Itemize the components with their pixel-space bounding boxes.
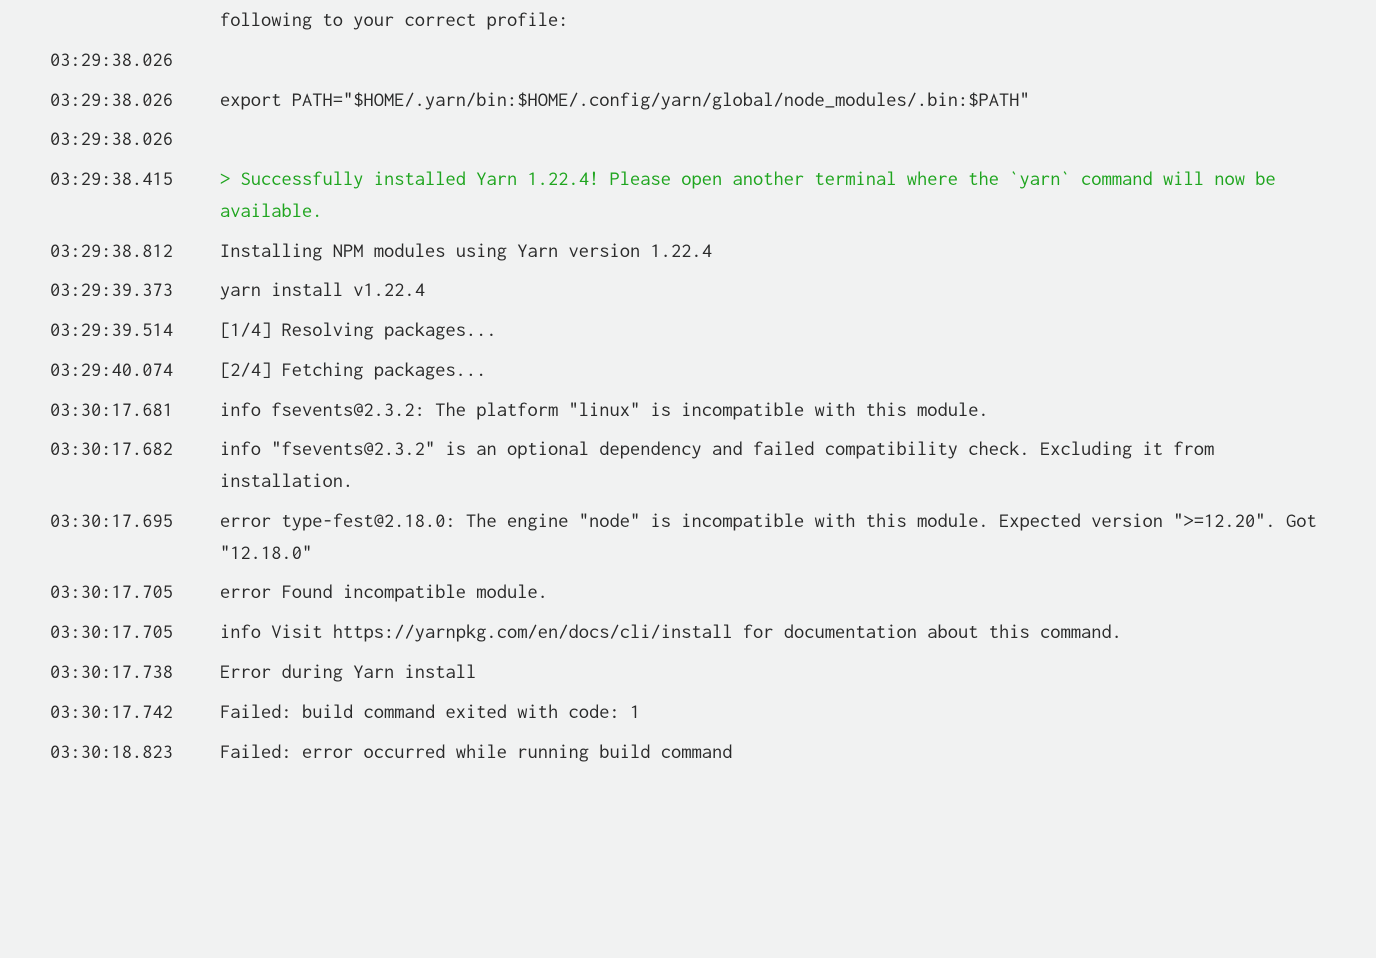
log-line: 03:30:17.738Error during Yarn install [50,652,1326,692]
log-message: Failed: build command exited with code: … [220,696,1326,728]
log-line: 03:29:38.026 [50,40,1326,80]
log-timestamp: 03:29:39.373 [50,274,220,306]
log-message: [2/4] Fetching packages... [220,354,1326,386]
log-message: > Successfully installed Yarn 1.22.4! Pl… [220,163,1326,227]
log-timestamp: 03:30:17.695 [50,505,220,537]
log-message: [1/4] Resolving packages... [220,314,1326,346]
log-timestamp: 03:30:18.823 [50,736,220,768]
log-line: 03:29:40.074[2/4] Fetching packages... [50,350,1326,390]
log-message [220,125,1326,146]
log-timestamp: 03:29:38.026 [50,123,220,155]
log-message: Error during Yarn install [220,656,1326,688]
log-message: info Visit https://yarnpkg.com/en/docs/c… [220,616,1326,648]
log-line: 03:29:38.026export PATH="$HOME/.yarn/bin… [50,80,1326,120]
log-timestamp: 03:29:38.812 [50,235,220,267]
log-timestamp: 03:29:38.026 [50,84,220,116]
log-message: error type-fest@2.18.0: The engine "node… [220,505,1326,569]
log-timestamp: 03:29:38.415 [50,163,220,195]
log-line: 03:30:17.705error Found incompatible mod… [50,572,1326,612]
log-line: 03:29:38.812Installing NPM modules using… [50,231,1326,271]
log-timestamp: 03:29:40.074 [50,354,220,386]
log-line: 03:30:17.695error type-fest@2.18.0: The … [50,501,1326,573]
log-message: info "fsevents@2.3.2" is an optional dep… [220,433,1326,497]
log-message [220,45,1326,66]
log-message: following to your correct profile: [220,4,1326,36]
log-line: 03:30:17.681info fsevents@2.3.2: The pla… [50,390,1326,430]
log-message: Failed: error occurred while running bui… [220,736,1326,768]
log-timestamp: 03:30:17.682 [50,433,220,465]
log-message: info fsevents@2.3.2: The platform "linux… [220,394,1326,426]
log-line: 03:30:18.823Failed: error occurred while… [50,732,1326,772]
log-line: 03:29:38.415> Successfully installed Yar… [50,159,1326,231]
log-line: 03:29:39.373yarn install v1.22.4 [50,270,1326,310]
log-line: following to your correct profile: [50,0,1326,40]
log-timestamp: 03:29:39.514 [50,314,220,346]
log-line: 03:30:17.682info "fsevents@2.3.2" is an … [50,429,1326,501]
log-message: error Found incompatible module. [220,576,1326,608]
log-timestamp: 03:30:17.705 [50,616,220,648]
log-timestamp: 03:30:17.681 [50,394,220,426]
log-timestamp: 03:30:17.738 [50,656,220,688]
log-timestamp: 03:30:17.742 [50,696,220,728]
log-line: 03:29:38.026 [50,119,1326,159]
log-message: Installing NPM modules using Yarn versio… [220,235,1326,267]
log-message: export PATH="$HOME/.yarn/bin:$HOME/.conf… [220,84,1326,116]
build-log[interactable]: following to your correct profile:03:29:… [0,0,1376,801]
log-line: 03:29:39.514[1/4] Resolving packages... [50,310,1326,350]
log-timestamp: 03:29:38.026 [50,44,220,76]
log-timestamp: 03:30:17.705 [50,576,220,608]
log-line: 03:30:17.705info Visit https://yarnpkg.c… [50,612,1326,652]
log-message: yarn install v1.22.4 [220,274,1326,306]
log-line: 03:30:17.742Failed: build command exited… [50,692,1326,732]
